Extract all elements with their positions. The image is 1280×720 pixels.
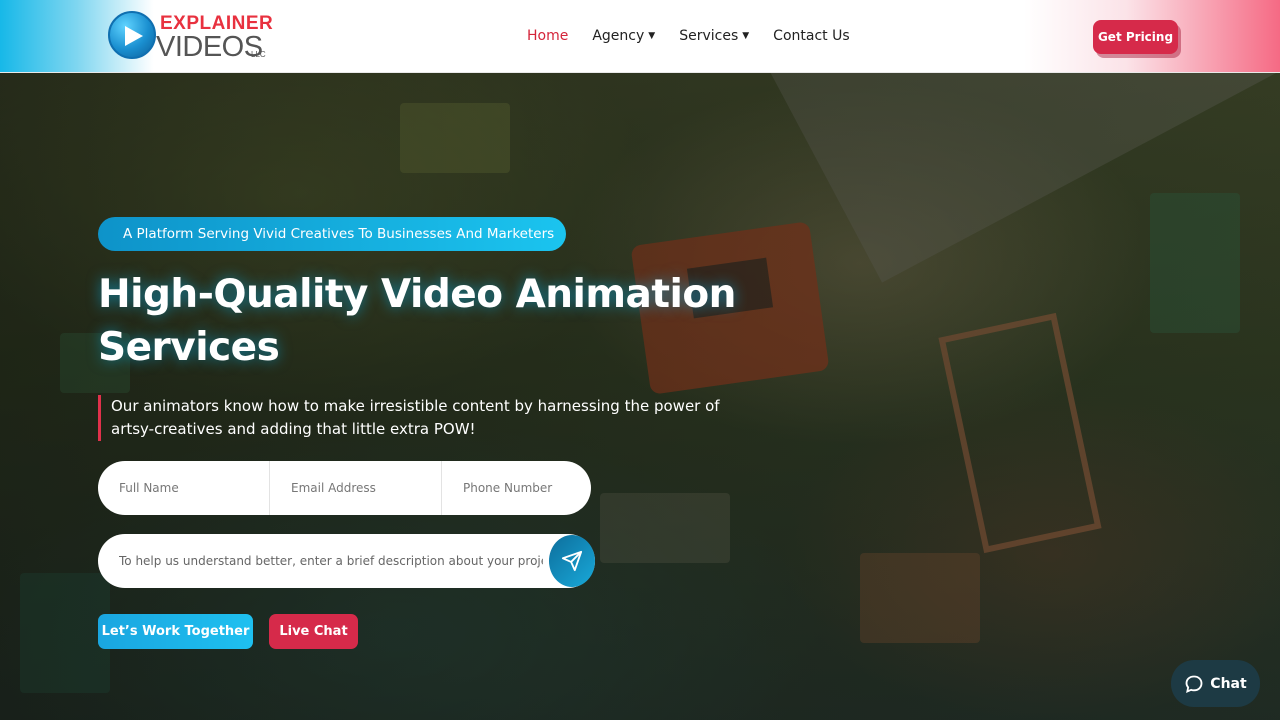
site-header: EXPLAINER VIDEOS LLC Home Agency ▼ Servi… [0,0,1280,73]
description-row [98,534,595,588]
live-chat-button[interactable]: Live Chat [269,614,358,649]
nav-item-home[interactable]: Home [527,28,568,44]
logo[interactable]: EXPLAINER VIDEOS LLC [108,9,278,65]
caret-down-icon: ▼ [648,31,656,41]
chat-widget[interactable]: Chat [1171,660,1260,707]
nav-label: Home [527,28,569,44]
hero-subtext: Our animators know how to make irresisti… [98,395,738,441]
contact-form-row [98,461,591,515]
nav-label: Services [679,28,739,44]
nav-item-agency[interactable]: Agency ▼ [592,28,655,44]
caret-down-icon: ▼ [742,31,750,41]
nav-label: Contact Us [773,28,850,44]
lets-work-together-button[interactable]: Let’s Work Together [98,614,253,649]
nav-item-services[interactable]: Services ▼ [679,28,749,44]
full-name-input[interactable] [98,461,270,515]
get-pricing-button[interactable]: Get Pricing [1093,20,1178,54]
logo-text-suffix: LLC [251,50,266,59]
play-logo-icon [108,11,156,59]
main-nav: Home Agency ▼ Services ▼ Contact Us [527,28,850,44]
email-input[interactable] [270,461,442,515]
chat-bubble-icon [1185,675,1203,693]
nav-label: Agency [592,28,645,44]
logo-text-bottom: VIDEOS [156,31,263,63]
hero-headline: High-Quality Video Animation Services [98,272,736,370]
send-button[interactable] [549,535,595,587]
hero-tagline: A Platform Serving Vivid Creatives To Bu… [98,217,567,251]
project-description-input[interactable] [98,534,543,588]
paper-plane-icon [561,550,583,572]
phone-input[interactable] [442,461,591,515]
chat-widget-label: Chat [1210,675,1247,692]
nav-item-contact[interactable]: Contact Us [773,28,849,44]
